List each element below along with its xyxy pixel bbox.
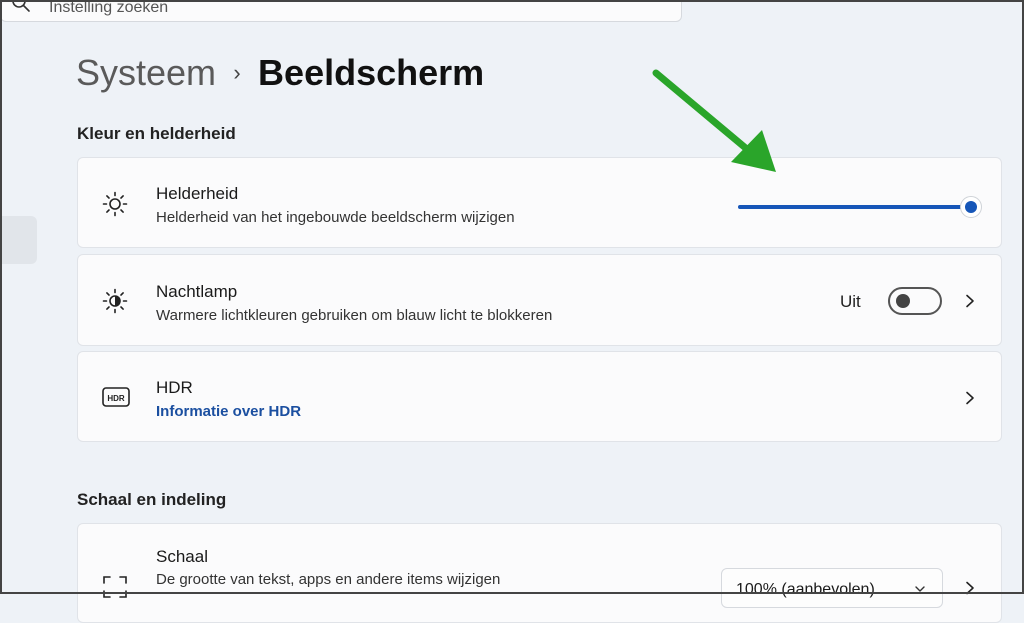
svg-text:HDR: HDR bbox=[107, 394, 125, 403]
search-box[interactable]: Instelling zoeken bbox=[0, 0, 682, 22]
breadcrumb-separator: › bbox=[233, 60, 241, 85]
scale-card: Schaal De grootte van tekst, apps en and… bbox=[77, 523, 1002, 623]
brightness-description: Helderheid van het ingebouwde beeldscher… bbox=[156, 209, 515, 226]
hdr-info-link[interactable]: Informatie over HDR bbox=[156, 403, 301, 420]
search-icon bbox=[12, 0, 30, 12]
brightness-slider[interactable] bbox=[738, 196, 982, 220]
chevron-down-icon bbox=[915, 586, 925, 592]
chevron-right-icon[interactable] bbox=[963, 294, 977, 308]
hdr-title: HDR bbox=[156, 378, 193, 397]
scale-dropdown[interactable]: 100% (aanbevolen) bbox=[721, 568, 943, 608]
nav-selected-item[interactable] bbox=[0, 216, 37, 264]
nightlight-description: Warmere lichtkleuren gebruiken om blauw … bbox=[156, 307, 553, 324]
hdr-icon: HDR bbox=[102, 387, 130, 407]
section-title-scale: Schaal en indeling bbox=[77, 490, 227, 509]
section-title-color: Kleur en helderheid bbox=[77, 124, 236, 143]
nightlight-toggle[interactable] bbox=[888, 287, 942, 315]
nightlight-title: Nachtlamp bbox=[156, 282, 238, 301]
brightness-card: Helderheid Helderheid van het ingebouwde… bbox=[77, 157, 1002, 248]
scale-title: Schaal bbox=[156, 547, 208, 566]
scale-dropdown-value: 100% (aanbevolen) bbox=[736, 581, 875, 598]
page-title: Beeldscherm bbox=[258, 52, 485, 93]
toggle-knob bbox=[896, 294, 910, 308]
chevron-right-icon[interactable] bbox=[963, 581, 977, 595]
breadcrumb: Systeem › Beeldscherm bbox=[76, 52, 484, 94]
hdr-card[interactable]: HDR HDR Informatie over HDR bbox=[77, 351, 1002, 442]
scale-description: De grootte van tekst, apps en andere ite… bbox=[156, 571, 501, 588]
brightness-title: Helderheid bbox=[156, 184, 239, 203]
chevron-right-icon[interactable] bbox=[963, 391, 977, 405]
nightlight-state-label: Uit bbox=[840, 292, 861, 311]
brightness-slider-track[interactable] bbox=[738, 205, 971, 209]
nightlight-card[interactable]: Nachtlamp Warmere lichtkleuren gebruiken… bbox=[77, 254, 1002, 346]
annotation-arrow-icon bbox=[652, 69, 776, 172]
search-input[interactable]: Instelling zoeken bbox=[49, 0, 168, 17]
night-light-icon bbox=[102, 288, 128, 314]
brightness-slider-thumb[interactable] bbox=[960, 196, 982, 218]
breadcrumb-parent[interactable]: Systeem bbox=[76, 52, 216, 94]
scale-icon bbox=[103, 576, 127, 598]
sun-icon bbox=[102, 191, 128, 217]
